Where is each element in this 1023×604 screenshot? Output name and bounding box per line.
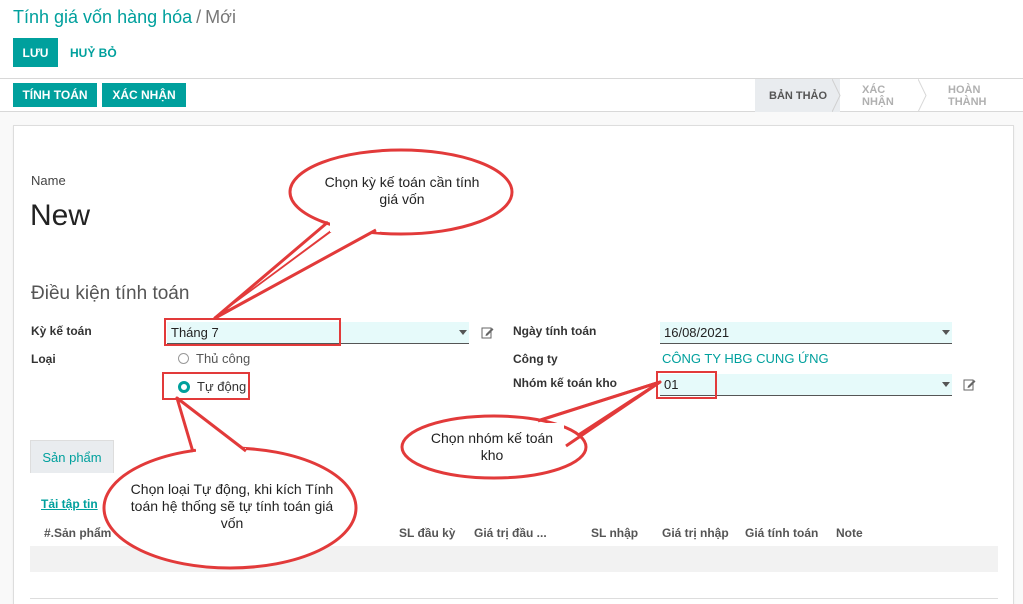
chevron-down-icon[interactable]: [942, 330, 950, 335]
column-header-incoming-value[interactable]: Giá trị nhập: [662, 526, 729, 540]
table-divider: [30, 598, 998, 599]
control-panel: Tính giá vốn hàng hóa / Mới LƯU HUỶ BỎ: [0, 0, 1023, 79]
type-radio-auto[interactable]: Tự động: [178, 379, 246, 394]
period-value: Tháng 7: [171, 325, 219, 340]
radio-checked-icon[interactable]: [178, 380, 190, 393]
stock-group-select[interactable]: 01: [660, 374, 952, 396]
column-header-opening-qty[interactable]: SL đầu kỳ: [399, 526, 455, 540]
type-radio-manual[interactable]: Thủ công: [178, 351, 250, 366]
status-step-draft[interactable]: BẢN THẢO: [755, 79, 841, 112]
column-header-computed-price[interactable]: Giá tính toán: [745, 526, 818, 540]
radio-unchecked-icon[interactable]: [178, 353, 189, 364]
edit-icon[interactable]: [963, 378, 976, 391]
radio-label: Thủ công: [196, 351, 251, 366]
type-label: Loại: [31, 352, 56, 366]
status-steps: BẢN THẢO XÁC NHẬN HOÀN THÀNH: [755, 79, 1023, 112]
date-input[interactable]: 16/08/2021: [660, 322, 952, 344]
status-step-label: HOÀN THÀNH: [948, 83, 987, 108]
column-header-product[interactable]: #.Sản phẩm: [44, 526, 111, 540]
column-header-opening-value[interactable]: Giá trị đầu ...: [474, 526, 547, 540]
form-sheet: Name New Điều kiện tính toán Kỳ kế toán …: [13, 125, 1014, 604]
breadcrumb-separator: /: [196, 7, 202, 27]
period-label: Kỳ kế toán: [31, 324, 92, 338]
status-step-label: BẢN THẢO: [769, 89, 828, 102]
compute-button[interactable]: TÍNH TOÁN: [13, 83, 97, 107]
group-title: Điều kiện tính toán: [31, 283, 190, 304]
date-label: Ngày tính toán: [513, 324, 597, 338]
company-link[interactable]: CÔNG TY HBG CUNG ỨNG: [662, 351, 829, 366]
chevron-right-icon: [832, 79, 841, 112]
confirm-button[interactable]: XÁC NHẬN: [102, 83, 186, 107]
name-label: Name: [31, 173, 66, 188]
breadcrumb-current: Mới: [205, 7, 236, 27]
date-value: 16/08/2021: [664, 325, 730, 340]
chevron-down-icon[interactable]: [942, 382, 950, 387]
statusbar: TÍNH TOÁN XÁC NHẬN BẢN THẢO XÁC NHẬN HOÀ…: [0, 79, 1023, 112]
status-step-done[interactable]: HOÀN THÀNH: [926, 79, 1023, 112]
stock-group-label: Nhóm kế toán kho: [513, 376, 618, 390]
record-name[interactable]: New: [30, 199, 90, 233]
status-step-label: XÁC NHẬN: [862, 83, 894, 108]
tab-products[interactable]: Sản phẩm: [30, 440, 114, 473]
column-header-note[interactable]: Note: [836, 526, 863, 540]
status-step-confirmed[interactable]: XÁC NHẬN: [840, 79, 927, 112]
edit-icon[interactable]: [481, 326, 494, 339]
table-row: [30, 546, 998, 572]
save-button[interactable]: LƯU: [13, 38, 58, 67]
breadcrumb: Tính giá vốn hàng hóa / Mới: [13, 7, 236, 28]
download-file-link[interactable]: Tải tập tin: [41, 497, 98, 511]
breadcrumb-parent-link[interactable]: Tính giá vốn hàng hóa: [13, 7, 192, 27]
chevron-right-icon: [918, 79, 927, 112]
column-header-incoming-qty[interactable]: SL nhập: [591, 526, 638, 540]
chevron-down-icon[interactable]: [459, 330, 467, 335]
radio-label: Tự động: [197, 379, 247, 394]
company-label: Công ty: [513, 352, 558, 366]
discard-button[interactable]: HUỶ BỎ: [70, 38, 117, 67]
period-select[interactable]: Tháng 7: [167, 322, 469, 344]
stock-group-value: 01: [664, 377, 679, 392]
